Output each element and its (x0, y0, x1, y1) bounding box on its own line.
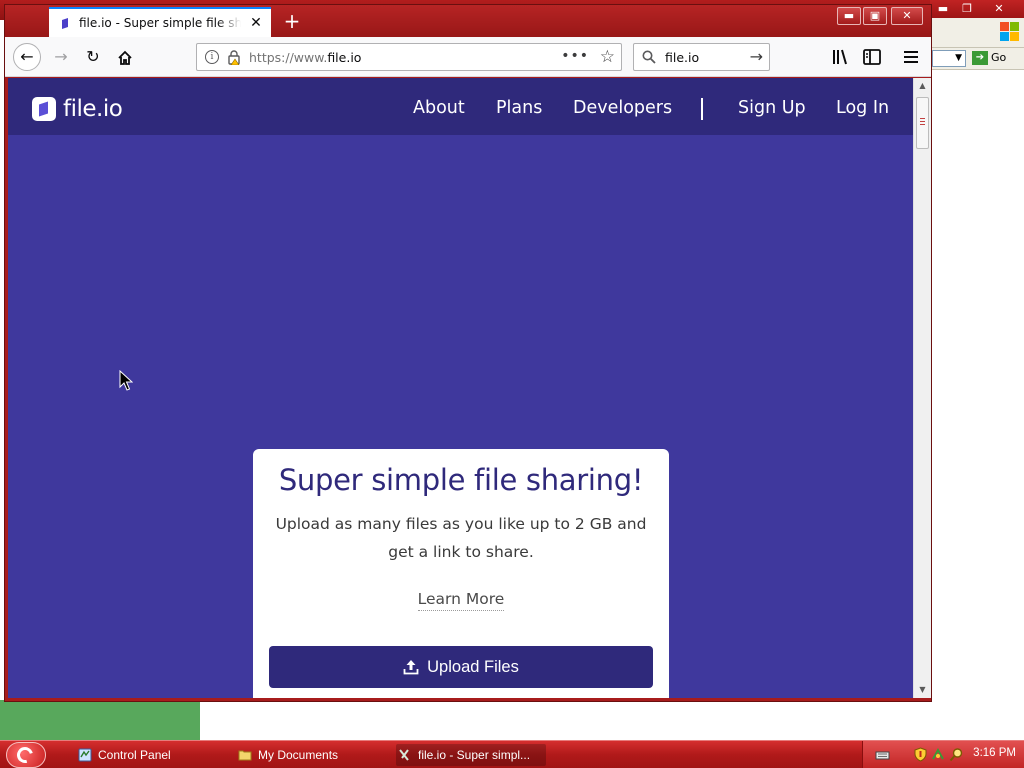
window-close-icon[interactable]: ✕ (891, 7, 923, 25)
learn-more-container: Learn More (253, 590, 669, 611)
reload-icon[interactable]: ↻ (79, 43, 107, 71)
taskbar: Control Panel My Documents file.io - Sup… (0, 740, 1024, 768)
hamburger-menu-icon[interactable] (901, 47, 921, 67)
tab-strip: file.io - Super simple file sharing! ✕ +… (5, 5, 931, 37)
bookmark-star-icon[interactable]: ☆ (600, 47, 615, 67)
card-subtitle: Upload as many files as you like up to 2… (275, 515, 647, 561)
file-io-favicon-icon (399, 749, 409, 761)
lock-warning-icon[interactable] (227, 49, 241, 65)
scroll-down-icon[interactable]: ▼ (914, 682, 931, 698)
nav-developers-link[interactable]: Developers (573, 98, 672, 118)
upload-card: Super simple file sharing! Upload as man… (253, 449, 669, 698)
site-info-icon[interactable]: i (205, 50, 219, 64)
search-tray-icon[interactable] (949, 747, 964, 762)
page-actions-icon[interactable]: ••• (561, 48, 589, 64)
upload-icon (403, 660, 419, 675)
nav-login-link[interactable]: Log In (836, 98, 889, 118)
keyboard-icon[interactable] (875, 747, 890, 762)
start-button[interactable] (6, 742, 46, 768)
library-icon[interactable] (831, 47, 851, 67)
sidebar-icon[interactable] (862, 47, 882, 67)
desktop-background-white (200, 700, 1024, 740)
back-icon[interactable]: ← (13, 43, 41, 71)
site-header: file.io About Plans Developers Sign Up L… (8, 78, 913, 135)
background-window-toolbar (930, 18, 1024, 48)
windows-logo-icon (1000, 22, 1020, 42)
search-input[interactable]: file.io (665, 50, 699, 65)
url-bar[interactable]: i https://www.file.io ••• ☆ (196, 43, 622, 71)
learn-more-link[interactable]: Learn More (417, 590, 505, 611)
taskbar-item-my-documents[interactable]: My Documents (236, 744, 386, 766)
new-tab-icon[interactable]: + (281, 10, 303, 32)
upload-files-button[interactable]: Upload Files (269, 646, 653, 688)
home-icon[interactable] (111, 43, 139, 71)
scroll-up-icon[interactable]: ▲ (914, 78, 931, 94)
system-tray: 3:16 PM (862, 741, 1024, 768)
clock: 3:16 PM (973, 747, 1016, 759)
nav-divider (701, 98, 703, 120)
page-scrollbar[interactable]: ▲ ▼ (913, 78, 931, 698)
search-bar[interactable]: file.io → (633, 43, 770, 71)
network-icon[interactable] (931, 747, 946, 762)
restore-icon[interactable]: ❐ (956, 1, 978, 16)
nav-plans-link[interactable]: Plans (496, 98, 542, 118)
search-go-arrow-icon[interactable]: → (750, 47, 763, 66)
desktop-background-green (0, 700, 200, 740)
tab-title: file.io - Super simple file sharing! (79, 16, 241, 30)
tab-close-icon[interactable]: ✕ (247, 14, 265, 32)
control-panel-icon (78, 748, 92, 762)
forward-icon[interactable]: → (47, 43, 75, 71)
scrollbar-thumb[interactable] (916, 97, 929, 149)
close-icon[interactable]: ✕ (988, 1, 1010, 16)
file-io-logo-icon (32, 97, 56, 121)
page-viewport: file.io About Plans Developers Sign Up L… (8, 78, 913, 698)
nav-about-link[interactable]: About (413, 98, 465, 118)
window-maximize-icon[interactable]: ▣ (863, 7, 887, 25)
background-window-addressbar: ▼ ➔ Go (930, 48, 1024, 70)
folder-icon (238, 750, 252, 761)
upload-button-label: Upload Files (427, 657, 519, 676)
window-minimize-icon[interactable]: ▬ (837, 7, 861, 25)
file-io-favicon-icon (60, 18, 70, 29)
background-window-titlebar[interactable]: ▬ ❐ ✕ (930, 0, 1024, 18)
search-icon (642, 50, 656, 64)
minimize-icon[interactable]: ▬ (932, 1, 954, 16)
site-logo[interactable]: file.io (32, 96, 123, 122)
navigation-toolbar: ← → ↻ i https://www.file.io ••• ☆ file.i… (5, 37, 931, 77)
background-window[interactable]: ▬ ❐ ✕ ▼ ➔ Go (930, 0, 1024, 700)
tab-file-io[interactable]: file.io - Super simple file sharing! ✕ (49, 7, 271, 37)
logo-text: file.io (63, 96, 123, 122)
taskbar-item-firefox[interactable]: file.io - Super simpl... (396, 744, 546, 766)
taskbar-item-control-panel[interactable]: Control Panel (76, 744, 226, 766)
go-button[interactable]: ➔ Go (972, 51, 1006, 65)
start-logo-icon (14, 744, 36, 766)
url-text: https://www.file.io (249, 50, 362, 65)
security-shield-icon[interactable] (913, 747, 928, 762)
nav-signup-link[interactable]: Sign Up (738, 98, 806, 118)
mouse-cursor-icon (119, 370, 133, 391)
go-arrow-icon: ➔ (972, 51, 988, 65)
browser-window: file.io - Super simple file sharing! ✕ +… (4, 4, 932, 702)
card-title: Super simple file sharing! (278, 463, 644, 497)
address-dropdown[interactable]: ▼ (932, 50, 966, 67)
